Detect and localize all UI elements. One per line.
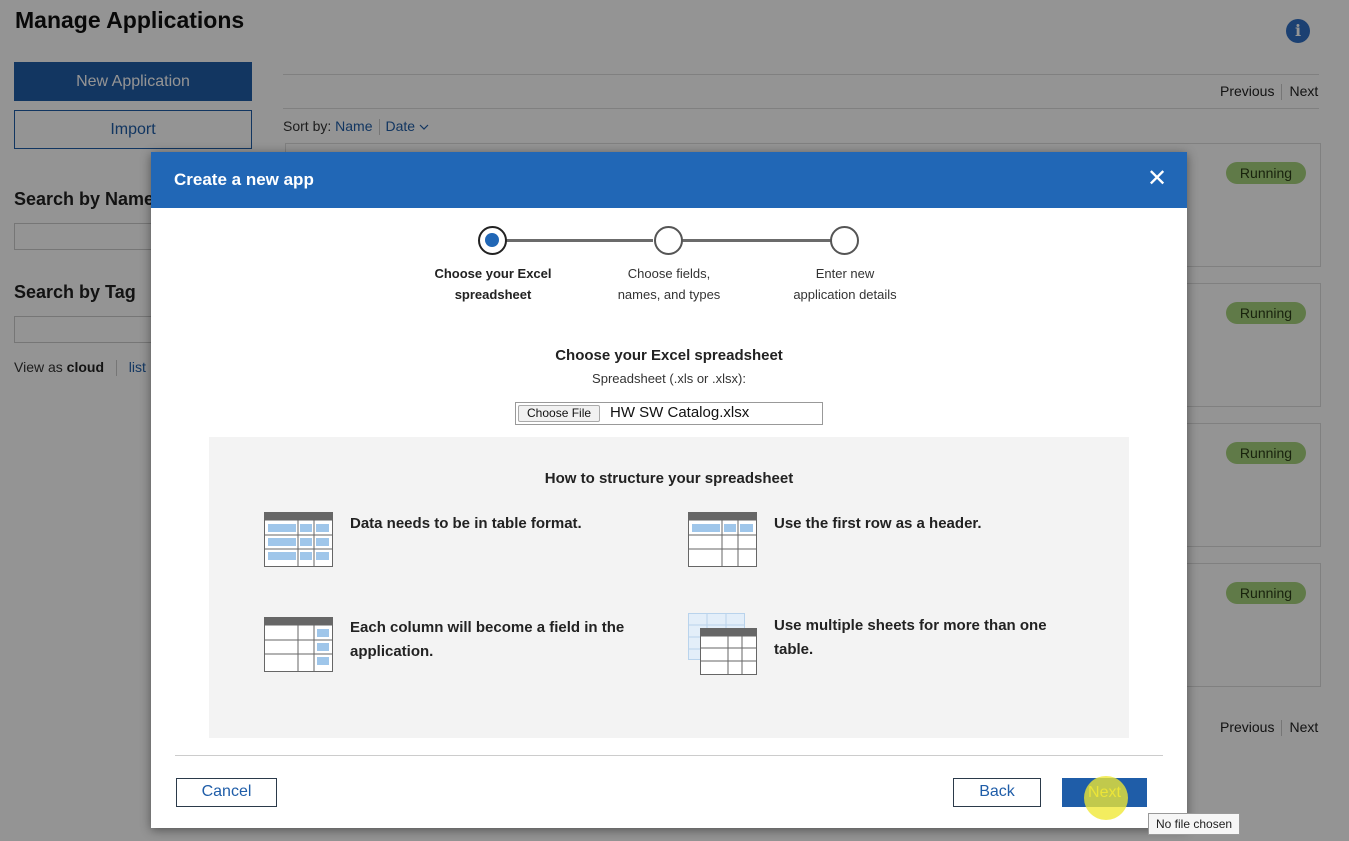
spreadsheet-format-label: Spreadsheet (.xls or .xlsx): [592,371,746,386]
tip-multiple-sheets: Use multiple sheets for more than one tab… [774,617,1047,658]
step-1-indicator [478,226,507,255]
choose-spreadsheet-heading: Choose your Excel spreadsheet [555,347,783,364]
stepper-connector [669,239,831,242]
dialog-footer-divider [175,755,1163,756]
guidelines-title: How to structure your spreadsheet [544,470,794,487]
next-button[interactable]: Next [1062,778,1147,807]
header-row-icon [688,512,757,567]
multiple-sheets-icon [688,613,757,675]
create-app-dialog: Create a new app ✕ Choose your Excel spre… [151,152,1187,828]
back-button[interactable]: Back [953,778,1041,807]
step-3-label: Enter new application details [793,266,897,302]
column-field-icon [264,617,333,672]
file-input-tooltip: No file chosen [1148,813,1241,835]
cancel-button[interactable]: Cancel [176,778,277,807]
tip-header-row: Use the first row as a header. [774,515,982,532]
stepper-connector [493,239,653,242]
step-2-indicator [654,226,683,255]
close-icon[interactable]: ✕ [1143,164,1171,192]
spreadsheet-file-input[interactable]: Choose File HW SW Catalog.xlsx [515,402,823,425]
selected-file-name: HW SW Catalog.xlsx [610,404,750,421]
step-2-label: Choose fields, names, and types [617,266,721,302]
tip-column-field: Each column will become a field in the ap… [350,619,625,660]
step-1-label: Choose your Excel spreadsheet [434,266,552,302]
dialog-title: Create a new app [174,170,314,189]
choose-file-button[interactable]: Choose File [518,405,601,422]
tip-table-format: Data needs to be in table format. [350,515,582,532]
step-3-indicator [830,226,859,255]
dialog-header: Create a new app ✕ [151,152,1187,208]
table-format-icon [264,512,333,567]
spreadsheet-guidelines-panel: How to structure your spreadsheet Data n… [209,437,1129,738]
